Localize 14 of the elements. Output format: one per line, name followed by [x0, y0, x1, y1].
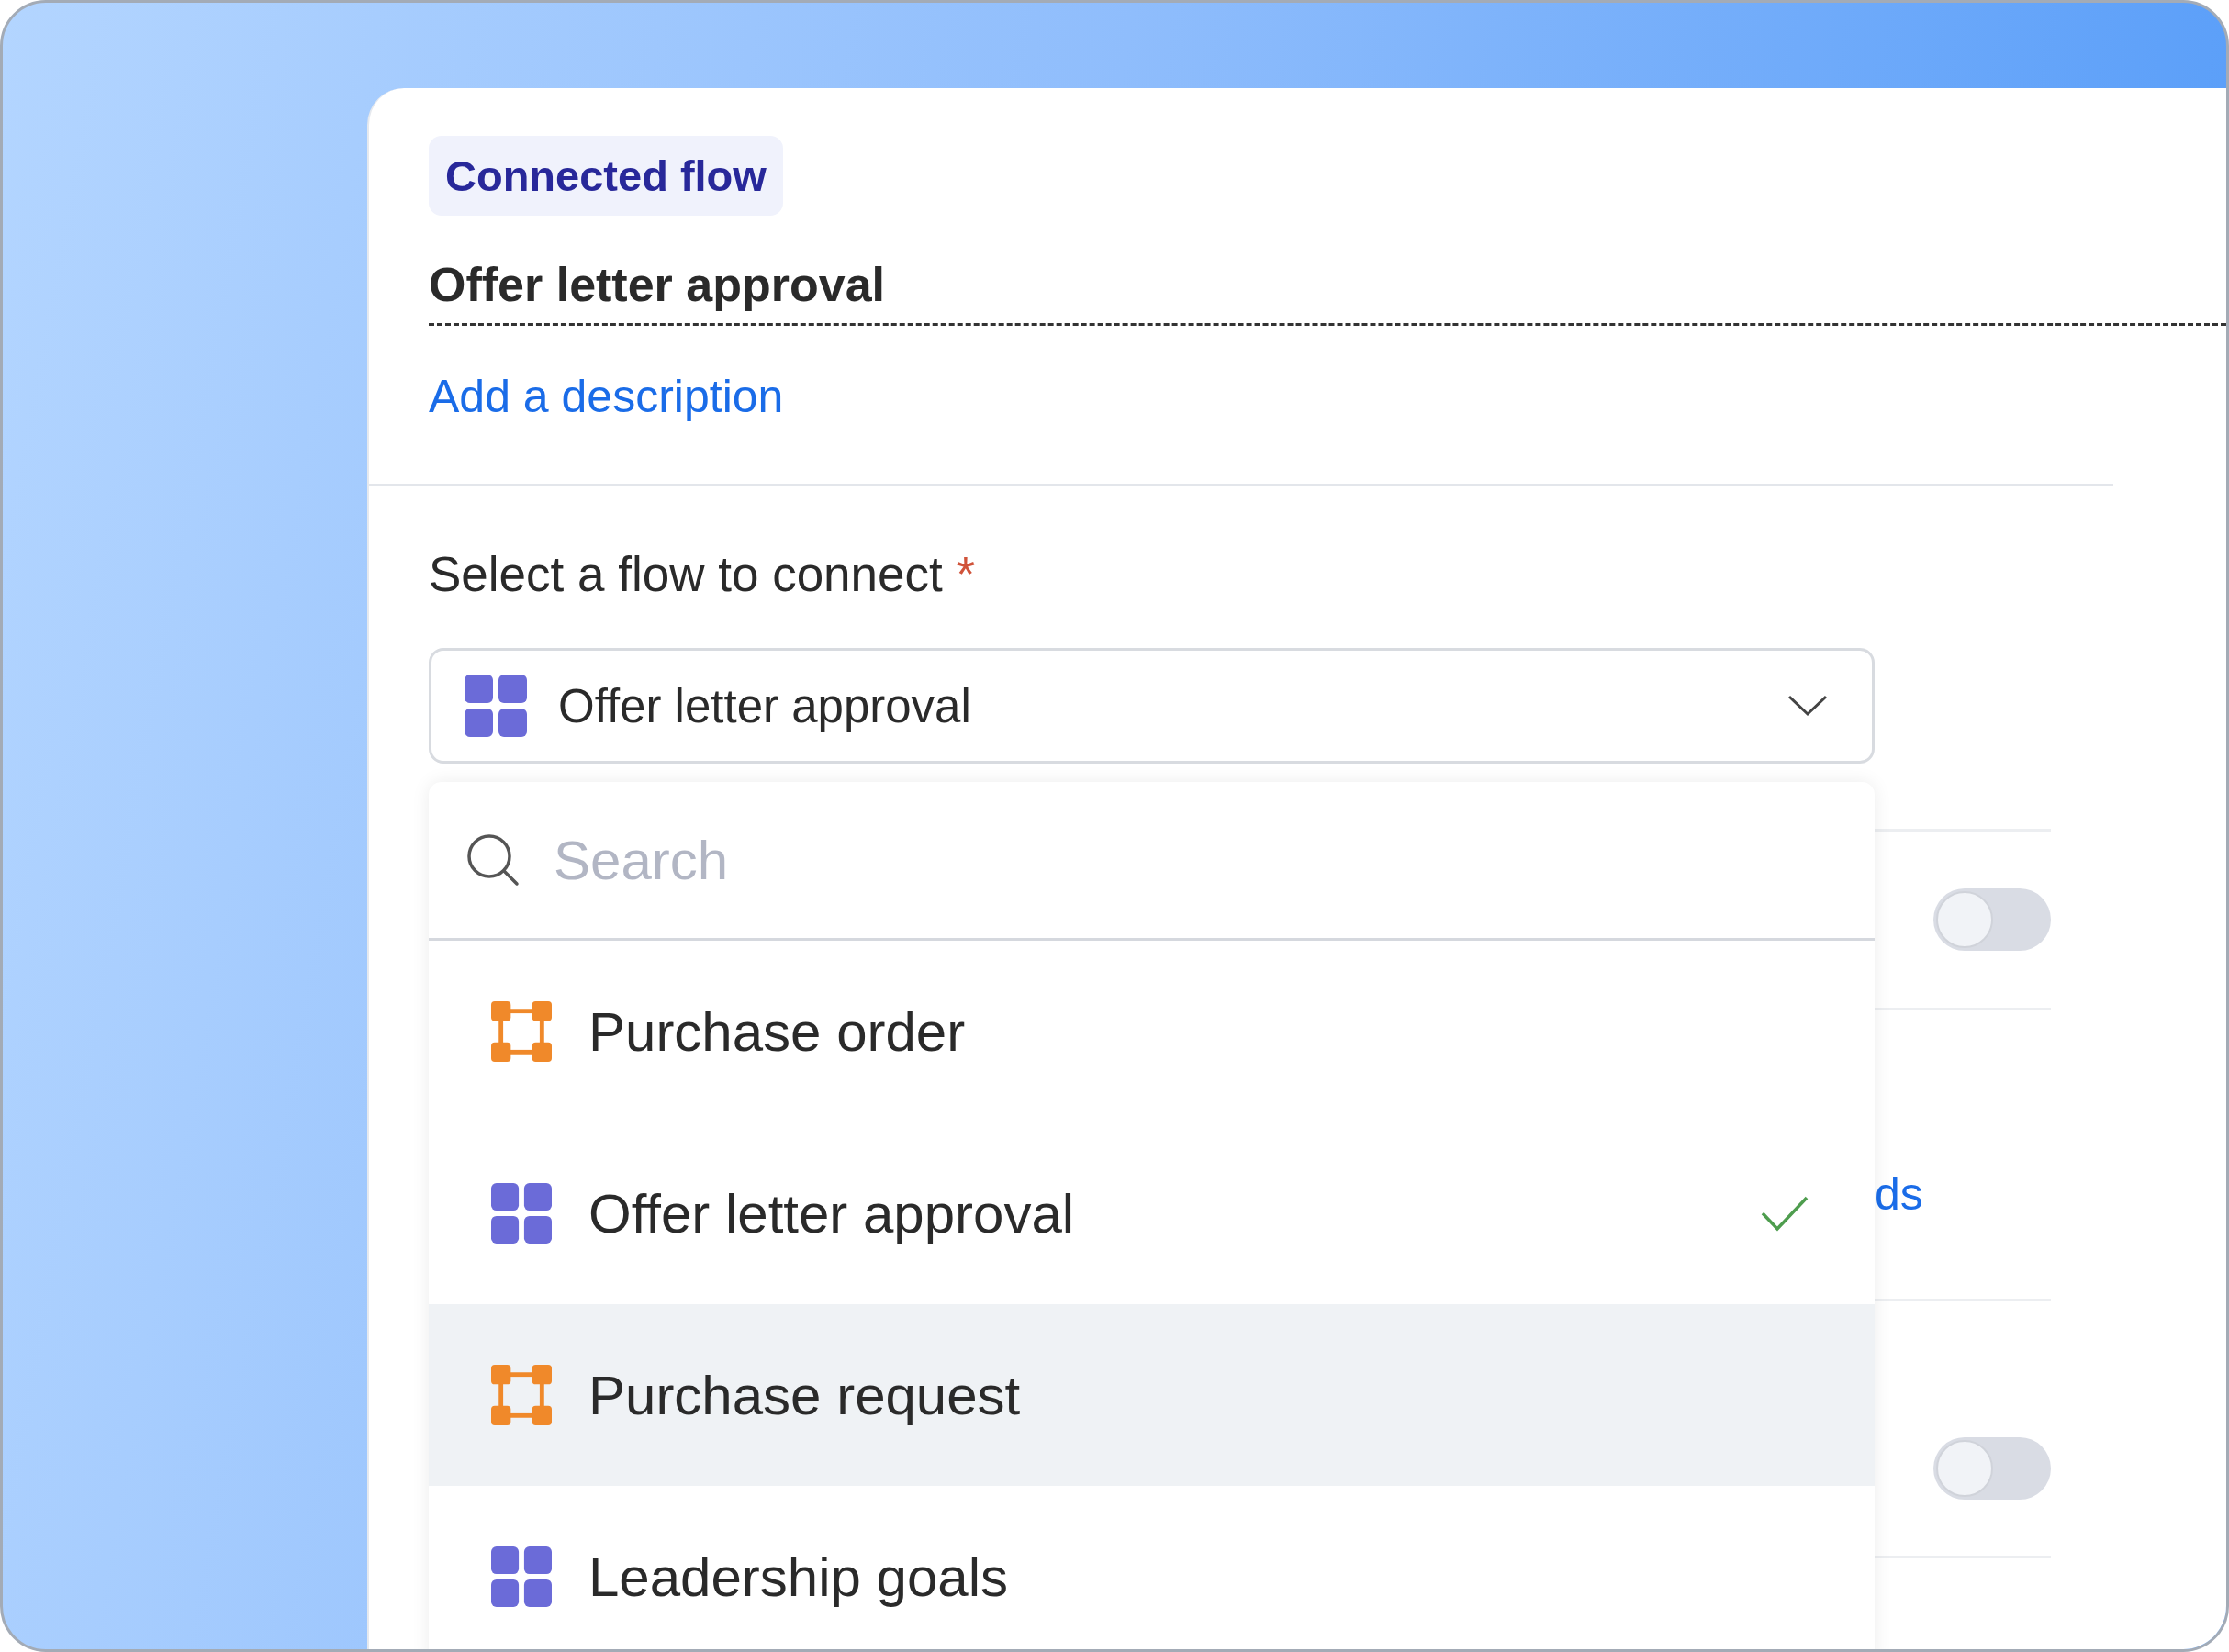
chevron-down-icon [1787, 695, 1828, 717]
search-field[interactable]: Search [552, 827, 1838, 893]
dropdown-option[interactable]: Offer letter approval [429, 1122, 1875, 1304]
dropdown-option[interactable]: Purchase request [429, 1304, 1875, 1486]
required-mark: * [956, 547, 976, 601]
dropdown-option[interactable]: Leadership goals [429, 1486, 1875, 1649]
section-badge: Connected flow [429, 136, 783, 216]
dropdown-option[interactable]: Purchase order [429, 941, 1875, 1122]
label-text: Select a flow to connect [429, 547, 943, 601]
flow-select[interactable]: Offer letter approval [429, 648, 1875, 764]
flow-title-field[interactable]: Offer letter approval [429, 257, 2226, 326]
partial-link[interactable]: ds [1875, 1166, 1923, 1222]
search-icon [465, 832, 521, 887]
add-description-link[interactable]: Add a description [429, 369, 784, 424]
